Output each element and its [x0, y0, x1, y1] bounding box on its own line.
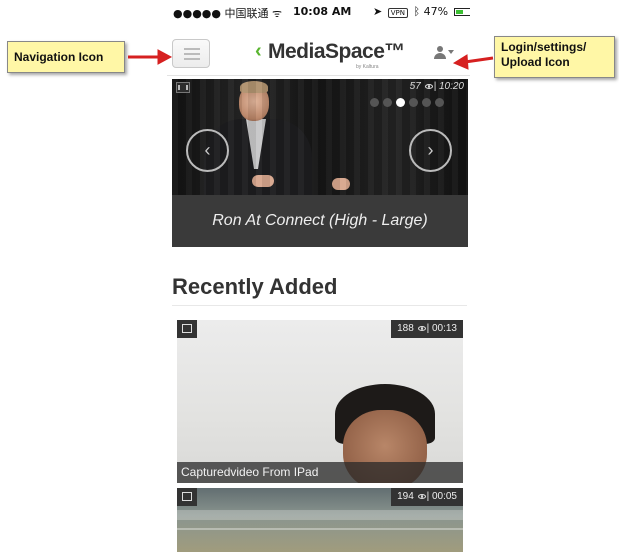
section-title: Recently Added — [172, 274, 338, 299]
eye-icon — [424, 83, 433, 89]
eye-icon — [417, 325, 426, 331]
video-stats: 194 | 00:05 — [391, 488, 463, 506]
app-header: ‹ MediaSpace™ by Kaltura — [167, 30, 470, 76]
caret-down-icon — [448, 50, 454, 54]
clock: 10:08 AM — [293, 5, 352, 18]
annotation-navigation-icon: Navigation Icon — [7, 41, 125, 73]
duration: 00:13 — [431, 323, 457, 334]
carousel-dot[interactable] — [370, 98, 379, 107]
logo-mark-icon: ‹ — [255, 40, 262, 62]
film-icon — [177, 488, 197, 506]
mediaspace-logo[interactable]: ‹ MediaSpace™ by Kaltura — [255, 38, 405, 70]
user-icon — [437, 46, 443, 52]
section-divider — [172, 305, 467, 306]
carrier-label: ●●●●● 中国联通 ᯤ — [173, 7, 283, 20]
carousel-next-button[interactable]: › — [409, 129, 452, 172]
status-right: ➤ VPN ᛒ 47% — [373, 5, 470, 18]
video-stats: 188 | 00:13 — [391, 320, 463, 338]
film-icon — [176, 82, 190, 93]
carousel-dot-active[interactable] — [396, 98, 405, 107]
status-bar: ●●●●● 中国联通 ᯤ 10:08 AM ➤ VPN ᛒ 47% — [167, 0, 470, 22]
carousel-prev-button[interactable]: ‹ — [186, 129, 229, 172]
screenshot-stage: ●●●●● 中国联通 ᯤ 10:08 AM ➤ VPN ᛒ 47% ‹ Medi… — [0, 0, 619, 552]
chevron-left-icon: ‹ — [204, 140, 211, 160]
carousel-dot[interactable] — [422, 98, 431, 107]
battery-icon — [453, 8, 470, 16]
arrow-to-menu — [128, 49, 173, 65]
view-count: 57 — [409, 81, 421, 92]
phone-screen: ●●●●● 中国联通 ᯤ 10:08 AM ➤ VPN ᛒ 47% ‹ Medi… — [167, 0, 470, 552]
speaker-hand — [332, 178, 350, 190]
vpn-badge: VPN — [387, 8, 408, 18]
menu-icon-bar — [184, 53, 200, 55]
annotation-login-settings-upload: Login/settings/ Upload Icon — [494, 36, 615, 78]
film-icon — [177, 320, 197, 338]
menu-icon-bar — [184, 58, 200, 60]
chevron-right-icon: › — [427, 140, 434, 160]
duration: 10:20 — [438, 81, 464, 92]
thumbnail-texture — [177, 528, 463, 530]
thumbnail-texture — [177, 510, 463, 520]
view-count: 188 — [397, 323, 414, 334]
location-icon: ➤ — [373, 5, 383, 18]
speaker-shirt — [246, 119, 266, 169]
video-stats: 57 | 10:20 — [409, 81, 464, 92]
logo-text: MediaSpace™ — [268, 40, 405, 63]
media-entry-title[interactable]: Capturedvideo From IPad — [177, 462, 463, 483]
carousel-dot[interactable] — [435, 98, 444, 107]
battery-fill — [455, 10, 463, 14]
speaker-head — [239, 85, 269, 121]
carousel-dot[interactable] — [409, 98, 418, 107]
battery-percent: 47% — [423, 5, 449, 18]
carousel-caption[interactable]: Ron At Connect (High - Large) — [172, 195, 468, 247]
logo-subtext: by Kaltura — [356, 64, 379, 70]
carousel-pagination — [370, 94, 448, 112]
speaker-hand — [252, 175, 274, 187]
duration: 00:05 — [431, 491, 457, 502]
bluetooth-icon: ᛒ — [413, 5, 421, 18]
user-icon-body — [434, 53, 446, 59]
featured-carousel[interactable]: 57 | 10:20 ‹ › Ron At Connect (High - La… — [172, 79, 468, 247]
eye-icon — [417, 493, 426, 499]
media-entry-card[interactable]: 188 | 00:13 Capturedvideo From IPad — [177, 320, 463, 483]
menu-icon-bar — [184, 48, 200, 50]
user-menu-button[interactable] — [433, 44, 459, 64]
media-entry-card[interactable]: 194 | 00:05 — [177, 488, 463, 552]
navigation-menu-button[interactable] — [172, 39, 210, 68]
speaker-hair — [240, 81, 268, 93]
carousel-dot[interactable] — [383, 98, 392, 107]
view-count: 194 — [397, 491, 414, 502]
